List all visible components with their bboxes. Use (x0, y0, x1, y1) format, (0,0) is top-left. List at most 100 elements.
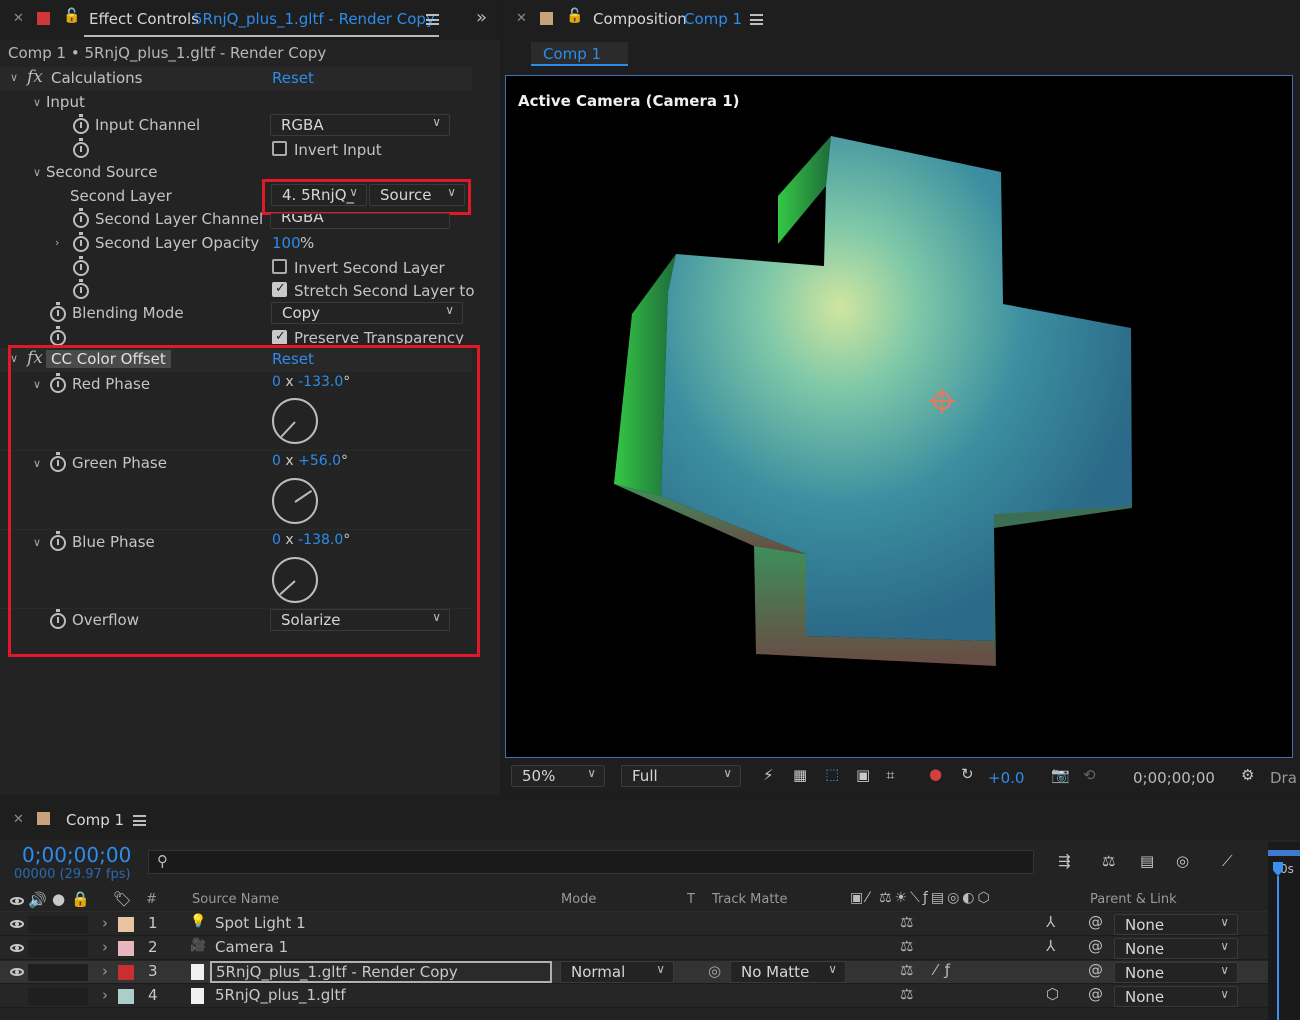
chevron-right-icon[interactable]: › (102, 962, 108, 980)
menu-icon[interactable] (750, 14, 763, 25)
pick-whip-icon[interactable]: @ (1088, 913, 1103, 931)
layer-name[interactable]: 5RnjQ_plus_1.gltf - Render Copy (210, 961, 552, 983)
shy-layers-icon[interactable]: ⚖ (1102, 852, 1115, 870)
fast-preview-icon[interactable]: ⚡ (763, 766, 774, 784)
switch-icons[interactable]: ⚖ ⁄ƒ (900, 961, 958, 979)
grid-guides-icon[interactable]: ⌗ (886, 766, 894, 784)
eye-icon[interactable] (10, 944, 24, 952)
second-layer-opacity-value[interactable]: 100 (272, 234, 301, 252)
chevron-down-icon[interactable]: ∨ (33, 96, 41, 109)
close-icon[interactable]: ✕ (13, 11, 24, 26)
stopwatch-icon[interactable] (73, 232, 89, 252)
zoom-dropdown[interactable]: 50% ∨ (511, 765, 605, 787)
comp-viewer[interactable]: Active Camera (Camera 1) (505, 75, 1293, 758)
track-matte-link-icon[interactable]: ◎ (708, 962, 721, 980)
timeline-timecode[interactable]: 0;00;00;00 (22, 843, 131, 867)
effect-tab-label[interactable]: Effect Controls (89, 10, 199, 28)
chevron-down-icon[interactable]: ∨ (33, 166, 41, 179)
layer-label-swatch[interactable] (118, 965, 134, 980)
effect-tab-layer[interactable]: 5RnjQ_plus_1.gltf - Render Copy (193, 10, 435, 28)
layer-label-swatch[interactable] (118, 941, 134, 956)
parent-dropdown[interactable]: None ∨ (1114, 962, 1238, 983)
close-icon[interactable]: ✕ (13, 812, 24, 827)
table-row[interactable]: › 1 💡 Spot Light 1 ⚖ ⅄ @ None ∨ (0, 913, 1268, 936)
parent-dropdown[interactable]: None ∨ (1114, 914, 1238, 935)
exposure-value[interactable]: +0.0 (988, 769, 1024, 787)
resolution-dropdown[interactable]: Full ∨ (621, 765, 741, 787)
pick-whip-icon[interactable]: @ (1088, 937, 1103, 955)
reset-exposure-icon[interactable]: ↻ (961, 765, 974, 783)
chevron-right-icon[interactable]: › (102, 986, 108, 1004)
draft-3d-toggle-icon[interactable]: ⇶ (1058, 852, 1071, 870)
region-of-interest-icon[interactable]: ▣ (856, 766, 870, 784)
graph-editor-icon[interactable]: ⟋ (1222, 852, 1233, 870)
layer-name[interactable]: Spot Light 1 (215, 914, 306, 932)
pick-whip-icon[interactable]: @ (1088, 985, 1103, 1003)
calculations-reset[interactable]: Reset (272, 69, 314, 87)
lock-icon[interactable]: 🔓 (63, 8, 80, 24)
draft-3d-icon[interactable]: ⚙ (1241, 766, 1254, 784)
blending-mode-dropdown[interactable]: Copy ∨ (271, 302, 463, 324)
comp-tab-label[interactable]: Composition (593, 10, 687, 28)
chevron-right-icon[interactable]: › (55, 236, 59, 249)
mask-path-icon[interactable]: ⬚ (825, 765, 839, 783)
expand-panels-icon[interactable]: » (476, 7, 487, 28)
3d-layer-icon[interactable]: ⬡ (1046, 985, 1059, 1003)
preserve-transparency-checkbox[interactable] (272, 329, 287, 344)
input-channel-dropdown[interactable]: RGBA ∨ (270, 114, 450, 136)
second-layer-channel-dropdown[interactable]: RGBA (270, 213, 450, 229)
null-parent-icon[interactable]: ⅄ (1046, 913, 1055, 931)
chevron-right-icon[interactable]: › (102, 938, 108, 956)
table-row[interactable]: › 2 🎥 Camera 1 ⚖ ⅄ @ None ∨ (0, 937, 1268, 960)
table-row[interactable]: › 4 5RnjQ_plus_1.gltf ⚖ ⬡ @ None ∨ (0, 985, 1268, 1008)
track-matte-dropdown[interactable]: No Matte ∨ (730, 961, 846, 983)
color-channels-icon[interactable]: ● (929, 765, 942, 783)
draft-3d-label[interactable]: Dra (1270, 769, 1297, 787)
stopwatch-icon[interactable] (50, 302, 66, 322)
stopwatch-icon[interactable] (50, 326, 66, 346)
show-snapshot-icon[interactable]: ⟲ (1083, 766, 1096, 784)
shy-switch-icon[interactable]: ⚖ (900, 913, 913, 931)
stopwatch-icon[interactable] (73, 208, 89, 228)
layer-name[interactable]: 5RnjQ_plus_1.gltf (215, 986, 346, 1004)
null-parent-icon[interactable]: ⅄ (1046, 937, 1055, 955)
stopwatch-icon[interactable] (73, 256, 89, 276)
stopwatch-icon[interactable] (73, 279, 89, 299)
stretch-second-layer-checkbox[interactable] (272, 281, 287, 297)
layer-name[interactable]: Camera 1 (215, 938, 288, 956)
work-area-bar[interactable] (1268, 850, 1300, 856)
frame-blending-icon[interactable]: ▤ (1140, 852, 1154, 870)
motion-blur-icon[interactable]: ◎ (1176, 852, 1189, 870)
layer-label-swatch[interactable] (118, 989, 134, 1004)
invert-second-layer-checkbox[interactable] (272, 259, 287, 274)
chevron-right-icon[interactable]: › (102, 914, 108, 932)
eye-icon[interactable] (10, 920, 24, 928)
timeline-search-input[interactable]: ⚲ (148, 850, 1034, 874)
eye-icon[interactable] (10, 968, 24, 976)
shy-switch-icon[interactable]: ⚖ (900, 937, 913, 955)
parent-dropdown[interactable]: None ∨ (1114, 938, 1238, 959)
menu-icon[interactable] (133, 815, 146, 826)
layer-label-swatch[interactable] (118, 917, 134, 932)
close-icon[interactable]: ✕ (516, 11, 527, 26)
comp-timecode[interactable]: 0;00;00;00 (1133, 769, 1215, 787)
menu-icon[interactable] (426, 14, 439, 25)
shy-switch-icon[interactable]: ⚖ (900, 985, 913, 1003)
calculations-header[interactable]: ∨ fx Calculations Reset (0, 67, 472, 91)
lock-icon[interactable]: 🔓 (566, 8, 583, 24)
col-source-name[interactable]: Source Name (192, 892, 279, 907)
comp-subtab[interactable]: Comp 1 (531, 42, 628, 66)
fx-icon[interactable]: fx (27, 67, 43, 87)
pick-whip-icon[interactable]: @ (1088, 961, 1103, 979)
chevron-down-icon[interactable]: ∨ (10, 71, 18, 84)
stopwatch-icon[interactable] (73, 114, 89, 134)
transparency-grid-icon[interactable]: ▦ (793, 766, 807, 784)
stopwatch-icon[interactable] (73, 138, 89, 158)
layer-mode-dropdown[interactable]: Normal ∨ (560, 961, 674, 983)
invert-input-checkbox[interactable] (272, 141, 287, 156)
table-row[interactable]: › 3 5RnjQ_plus_1.gltf - Render Copy Normal ∨… (0, 961, 1268, 984)
parent-dropdown[interactable]: None ∨ (1114, 986, 1238, 1007)
camera-snapshot-icon[interactable]: 📷 (1051, 766, 1070, 784)
timeline-tab-label[interactable]: Comp 1 (66, 811, 124, 829)
comp-tab-comp[interactable]: Comp 1 (684, 10, 742, 28)
